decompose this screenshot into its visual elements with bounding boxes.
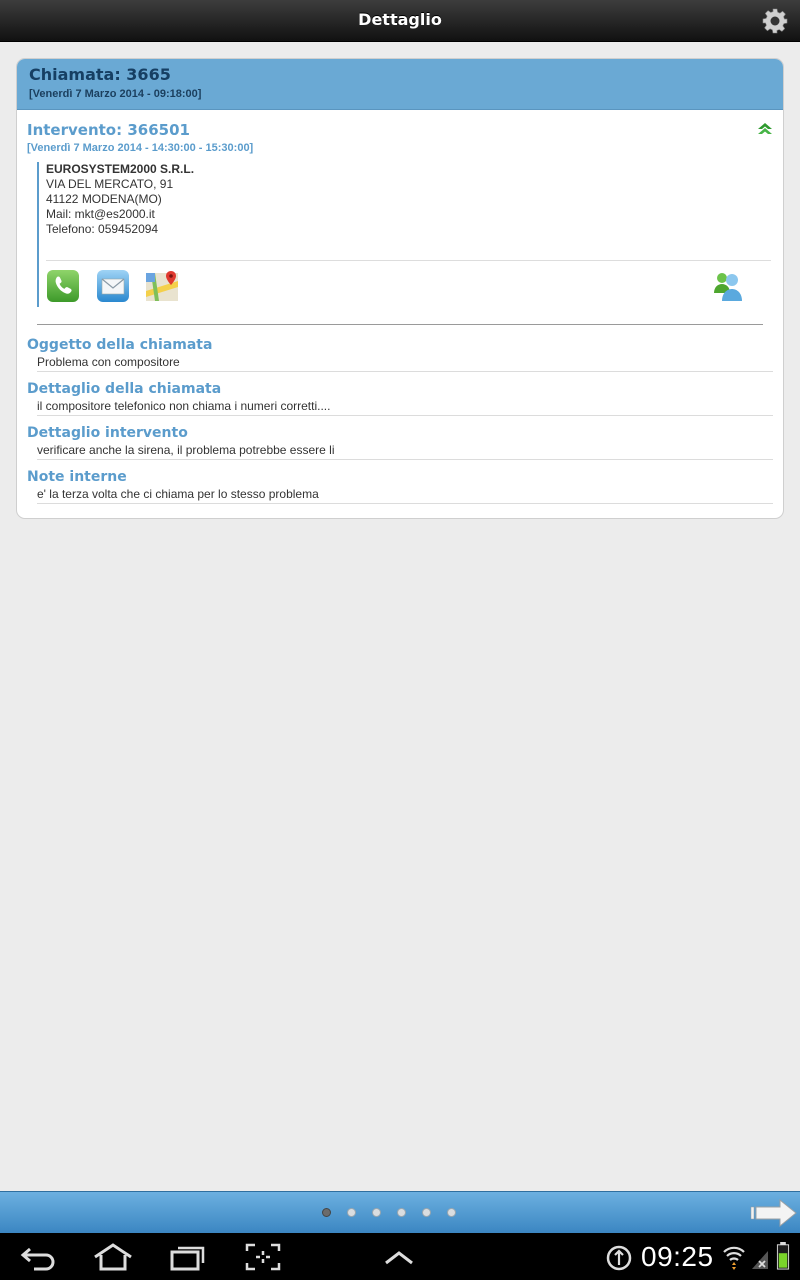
intervention-block: Intervento: 366501 [Venerdì 7 Marzo 2014… [17, 110, 783, 325]
screenshot-icon[interactable] [245, 1243, 281, 1271]
top-header-bar: Dettaglio [0, 0, 800, 42]
gear-icon[interactable] [762, 8, 788, 34]
intervention-title: Intervento: 366501 [27, 121, 190, 139]
divider [37, 324, 763, 325]
page-title: Dettaglio [358, 10, 442, 29]
contact-box: EUROSYSTEM2000 S.R.L. VIA DEL MERCATO, 9… [37, 162, 771, 307]
section-label: Oggetto della chiamata [27, 337, 213, 353]
signal-icon [752, 1251, 768, 1269]
home-icon[interactable] [92, 1243, 134, 1271]
maps-icon[interactable] [145, 269, 179, 303]
call-header: Chiamata: 3665 [Venerdì 7 Marzo 2014 - 0… [17, 59, 783, 110]
contact-company: EUROSYSTEM2000 S.R.L. [46, 162, 195, 176]
section-label: Dettaglio della chiamata [27, 381, 222, 397]
section-label: Note interne [27, 469, 127, 485]
usb-debugging-icon [606, 1245, 632, 1271]
contacts-icon[interactable] [711, 269, 745, 303]
detail-sections: Oggetto della chiamata Problema con comp… [17, 325, 783, 504]
recent-apps-icon[interactable] [170, 1243, 206, 1271]
contact-address: VIA DEL MERCATO, 91 [46, 177, 174, 191]
section-call-subject: Oggetto della chiamata Problema con comp… [17, 325, 783, 372]
section-internal-notes: Note interne e' la terza volta che ci ch… [17, 460, 783, 504]
back-icon[interactable] [20, 1243, 58, 1271]
call-title: Chiamata: 3665 [29, 65, 171, 84]
wifi-icon [723, 1246, 745, 1270]
battery-icon [776, 1242, 790, 1270]
section-value: verificare anche la sirena, il problema … [37, 442, 773, 460]
phone-icon[interactable] [46, 269, 80, 303]
chevron-up-double-icon[interactable] [757, 122, 773, 136]
intervention-date: [Venerdì 7 Marzo 2014 - 14:30:00 - 15:30… [27, 142, 254, 154]
contact-city: 41122 MODENA(MO) [46, 192, 162, 206]
page-dot-3[interactable] [372, 1208, 381, 1217]
page-dot-1[interactable] [322, 1208, 331, 1217]
section-value: e' la terza volta che ci chiama per lo s… [37, 486, 773, 504]
page-dot-2[interactable] [347, 1208, 356, 1217]
section-intervention-detail: Dettaglio intervento verificare anche la… [17, 416, 783, 460]
section-value: il compositore telefonico non chiama i n… [37, 398, 773, 416]
page-dot-4[interactable] [397, 1208, 406, 1217]
system-navigation-bar: 09:25 [0, 1233, 800, 1280]
contact-mail: Mail: mkt@es2000.it [46, 207, 155, 221]
chevron-up-icon[interactable] [383, 1243, 415, 1271]
call-detail-card: Chiamata: 3665 [Venerdì 7 Marzo 2014 - 0… [16, 58, 784, 519]
contact-actions [46, 260, 771, 306]
page-dot-5[interactable] [422, 1208, 431, 1217]
pager-bar [0, 1191, 800, 1233]
mail-icon[interactable] [96, 269, 130, 303]
arrow-right-icon[interactable] [750, 1197, 798, 1229]
clock: 09:25 [641, 1241, 714, 1272]
contact-phone: Telefono: 059452094 [46, 222, 159, 236]
call-date: [Venerdì 7 Marzo 2014 - 09:18:00] [29, 88, 202, 100]
page-dot-6[interactable] [447, 1208, 456, 1217]
section-label: Dettaglio intervento [27, 425, 188, 441]
section-call-detail: Dettaglio della chiamata il compositore … [17, 372, 783, 416]
section-value: Problema con compositore [37, 354, 773, 372]
